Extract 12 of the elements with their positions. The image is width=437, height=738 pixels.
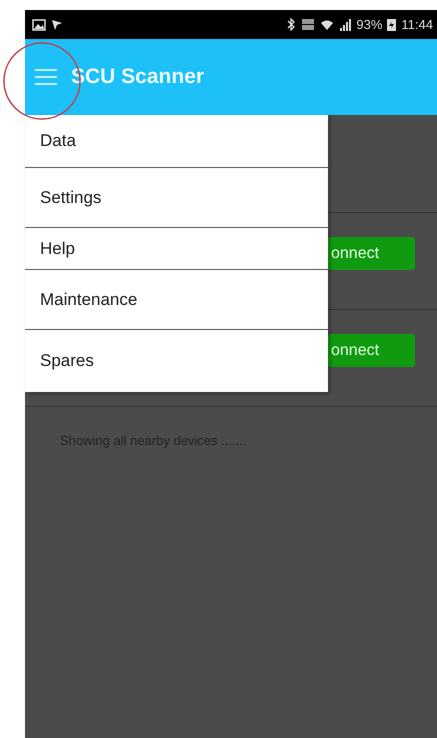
menu-item[interactable]: Data	[25, 115, 328, 168]
menu-item[interactable]: Spares	[25, 330, 328, 392]
clock: 11:44	[401, 17, 433, 32]
image-icon	[32, 18, 46, 30]
menu-item[interactable]: Settings	[25, 168, 328, 228]
battery-icon	[387, 18, 396, 31]
menu-item[interactable]: Maintenance	[25, 270, 328, 330]
battery-percent: 93%	[356, 17, 382, 32]
bluetooth-icon	[287, 18, 296, 31]
wifi-icon	[320, 18, 334, 30]
menu-item[interactable]: Help	[25, 228, 328, 270]
signal-icon	[339, 18, 352, 30]
